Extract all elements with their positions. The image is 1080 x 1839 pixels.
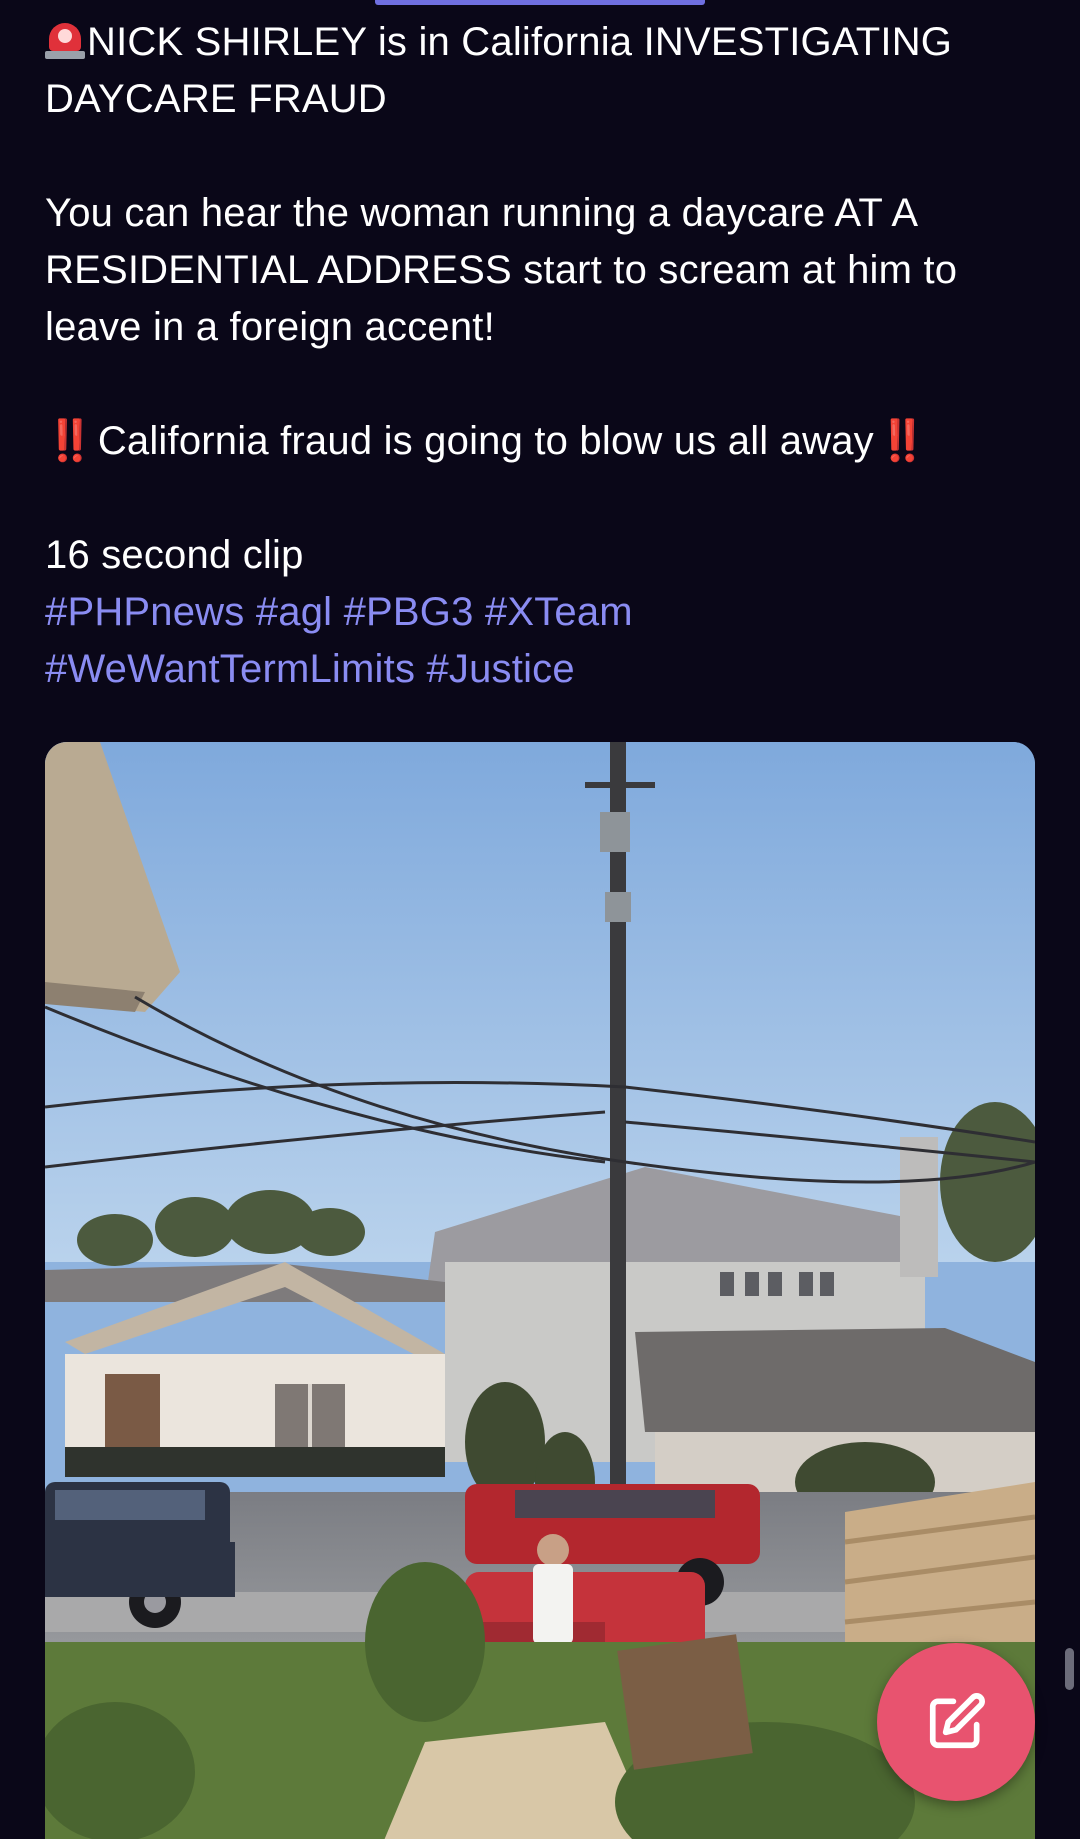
hashtag-link[interactable]: #Justice: [426, 647, 574, 691]
scrollbar-thumb[interactable]: [1065, 1648, 1074, 1690]
post-body: NICK SHIRLEY is in California INVESTIGAT…: [45, 14, 1045, 698]
post-paragraph: You can hear the woman running a daycare…: [45, 191, 969, 349]
compose-button[interactable]: [877, 1643, 1035, 1801]
post-headline-text: NICK SHIRLEY is in California INVESTIGAT…: [45, 20, 964, 121]
hashtag-link[interactable]: #XTeam: [485, 590, 633, 634]
double-exclamation-icon: ‼️: [45, 419, 95, 463]
top-progress-indicator: [375, 0, 705, 5]
post-callout: ‼️ California fraud is going to blow us a…: [45, 413, 1045, 470]
compose-icon: [929, 1693, 985, 1749]
hashtag-link[interactable]: #PHPnews: [45, 590, 244, 634]
double-exclamation-icon: ‼️: [877, 419, 928, 463]
hashtag-link[interactable]: #agl: [256, 590, 332, 634]
hashtag-link[interactable]: #WeWantTermLimits: [45, 647, 415, 691]
post-headline: NICK SHIRLEY is in California INVESTIGAT…: [45, 14, 1045, 128]
post-video[interactable]: [45, 742, 1035, 1839]
hashtag-link[interactable]: #PBG3: [344, 590, 474, 634]
post-callout-text: California fraud is going to blow us all…: [97, 419, 874, 463]
post-clip-length: 16 second clip: [45, 533, 304, 577]
video-frame: [45, 742, 1035, 1839]
siren-icon: [45, 19, 85, 61]
post-hashtags: #PHPnews #agl #PBG3 #XTeam #WeWantTermLim…: [45, 584, 1045, 698]
